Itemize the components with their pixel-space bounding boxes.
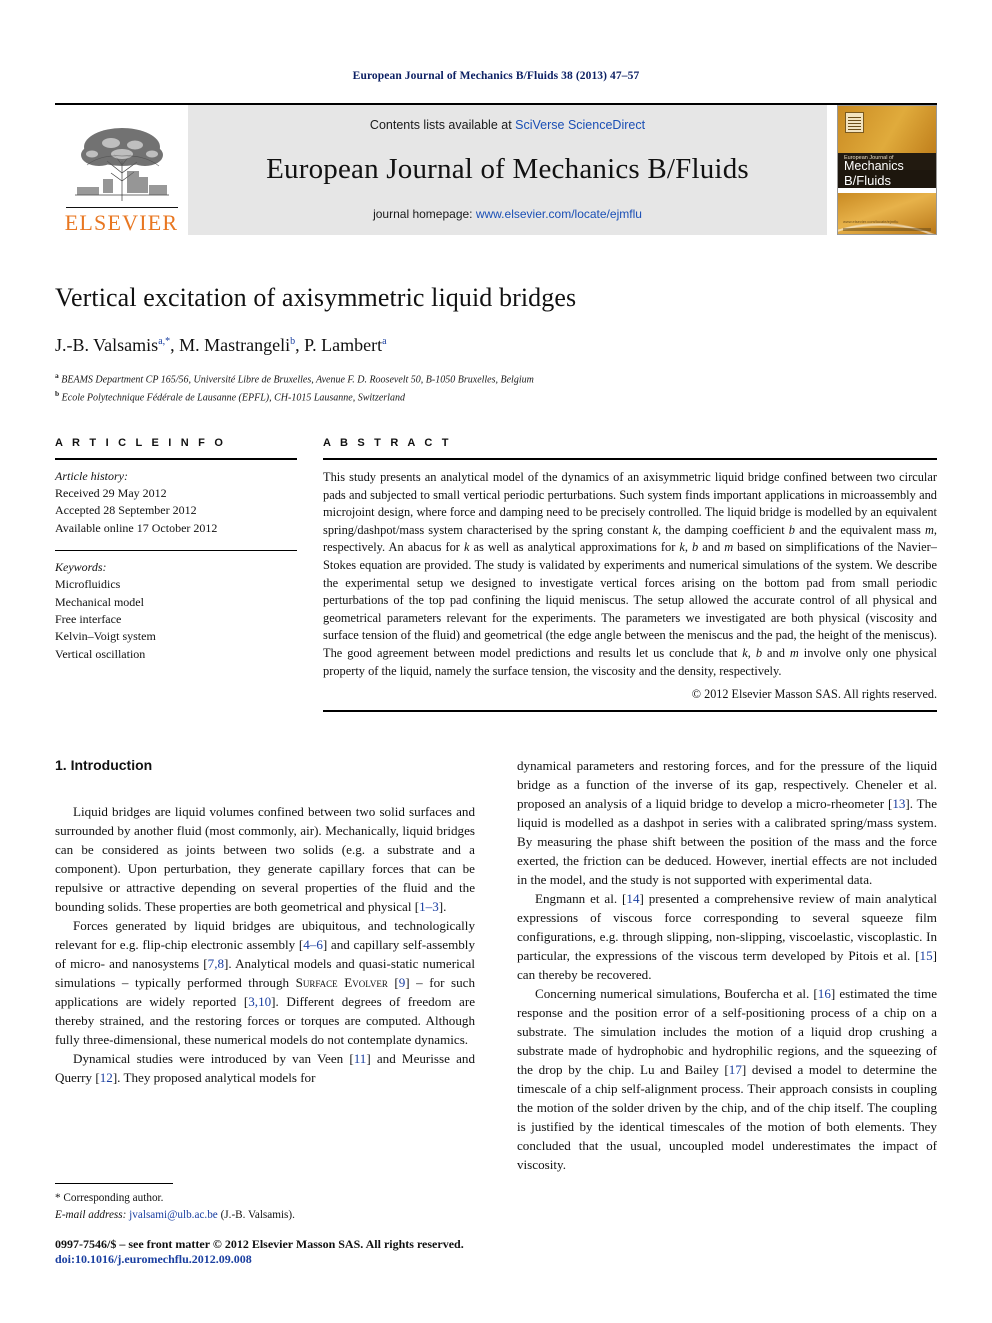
abstract-column: A B S T R A C T This study presents an a… [323,437,938,713]
keyword-item: Vertical oscillation [55,646,146,661]
column-gap [297,437,323,712]
running-head: European Journal of Mechanics B/Fluids 3… [352,70,640,82]
title-block: Vertical excitation of axisymmetric liqu… [55,283,937,406]
elsevier-logo-rule [65,206,178,208]
abstract-text: This study presents an analytical model … [323,470,938,678]
journal-cover-thumbnail: European Journal of Mechanics B/Fluids w… [837,105,937,235]
journal-homepage-line: journal homepage: www.elsevier.com/locat… [373,207,642,221]
affiliation-b: b Ecole Polytechnique Fédérale de Lausan… [55,388,937,406]
article-history-accepted: Accepted 28 September 2012 [55,503,197,518]
doi-link[interactable]: doi:10.1016/j.euromechflu.2012.09.008 [55,1252,555,1267]
cover-footer-bar [843,228,931,231]
journal-homepage-link[interactable]: www.elsevier.com/locate/ejmflu [476,207,642,221]
body-paragraph: Forces generated by liquid bridges are u… [55,917,476,1047]
cover-footer-text: www.elsevier.com/locate/ejmflu [843,219,899,224]
cover-line-2: Mechanics [844,159,904,174]
elsevier-logo: ELSEVIER [55,105,188,235]
cover-emblem-icon [845,112,864,133]
affiliation-marker-a: a [55,371,59,380]
body-column-gap [475,757,517,1175]
keyword-item: Kelvin–Voigt system [55,629,156,644]
footnote-block: * Corresponding author. E-mail address: … [55,1183,475,1224]
affiliation-text-b: Ecole Polytechnique Fédérale de Lausanne… [61,392,405,404]
issn-block: 0997-7546/$ – see front matter © 2012 El… [55,1237,555,1267]
cover-line-3: B/Fluids [844,172,891,188]
homepage-prefix: journal homepage: [373,207,476,221]
email-link[interactable]: jvalsami@ulb.ac.be [129,1209,218,1221]
body-paragraph: Concerning numerical simulations, Boufer… [517,985,938,1172]
body-left-column: 1. Introduction Liquid bridges are liqui… [55,757,475,1175]
abstract-copyright: © 2012 Elsevier Masson SAS. All rights r… [691,687,937,702]
email-owner: (J.-B. Valsamis). [220,1208,295,1221]
body-paragraph: dynamical parameters and restoring force… [517,758,938,887]
elsevier-wordmark: ELSEVIER [64,210,179,235]
body-paragraph: Liquid bridges are liquid volumes confin… [55,804,475,914]
abstract-heading: A B S T R A C T [323,437,452,449]
masthead-center: Contents lists available at SciVerse Sci… [188,105,827,235]
journal-title: European Journal of Mechanics B/Fluids [266,153,749,185]
keyword-item: Mechanical model [55,594,144,609]
article-info-rule-mid [55,550,297,552]
article-history-label: Article history: [55,469,128,483]
article-info-heading: A R T I C L E I N F O [55,437,227,449]
body-paragraph: Engmann et al. [14] presented a comprehe… [517,890,937,982]
elsevier-tree-icon [67,121,177,207]
affiliation-marker-b: b [55,388,60,398]
keywords-label: Keywords: [55,560,107,575]
paper-page: European Journal of Mechanics B/Fluids 3… [0,0,992,1323]
footnote-rule [55,1183,173,1184]
article-history-online: Available online 17 October 2012 [55,520,218,535]
email-note: E-mail address: jvalsami@ulb.ac.be (J.-B… [55,1207,475,1224]
contents-list-line: Contents lists available at SciVerse Sci… [370,118,645,132]
abstract-rule-bottom [323,710,937,713]
affiliation-a: a BEAMS Department CP 165/56, Université… [55,370,937,388]
keyword-item: Free interface [55,611,122,626]
article-info-column: A R T I C L E I N F O Article history: R… [55,437,297,712]
affiliation-text-a: BEAMS Department CP 165/56, Université L… [61,374,534,386]
page-title: Vertical excitation of axisymmetric liqu… [55,283,577,312]
journal-masthead: ELSEVIER Contents lists available at Sci… [55,103,937,235]
email-label: E-mail address: [55,1208,127,1221]
body-columns: 1. Introduction Liquid bridges are liqui… [55,757,937,1175]
contents-prefix: Contents lists available at [369,118,516,132]
info-and-abstract: A R T I C L E I N F O Article history: R… [55,437,938,713]
keyword-item: Microfluidics [55,577,121,592]
section-heading-introduction: 1. Introduction [55,757,153,773]
abstract-rule-top [323,458,937,460]
article-info-rule-top [55,458,297,460]
sciencedirect-link[interactable]: SciVerse ScienceDirect [515,118,645,132]
corresponding-author-note: * Corresponding author. [55,1192,164,1204]
issn-line: 0997-7546/$ – see front matter © 2012 El… [55,1237,464,1251]
author-list: J.-B. Valsamisa,*, M. Mastrangelib, P. L… [55,335,387,355]
article-history-received: Received 29 May 2012 [55,486,167,500]
body-paragraph: Dynamical studies were introduced by van… [55,1050,475,1085]
body-right-column: dynamical parameters and restoring force… [517,757,937,1175]
